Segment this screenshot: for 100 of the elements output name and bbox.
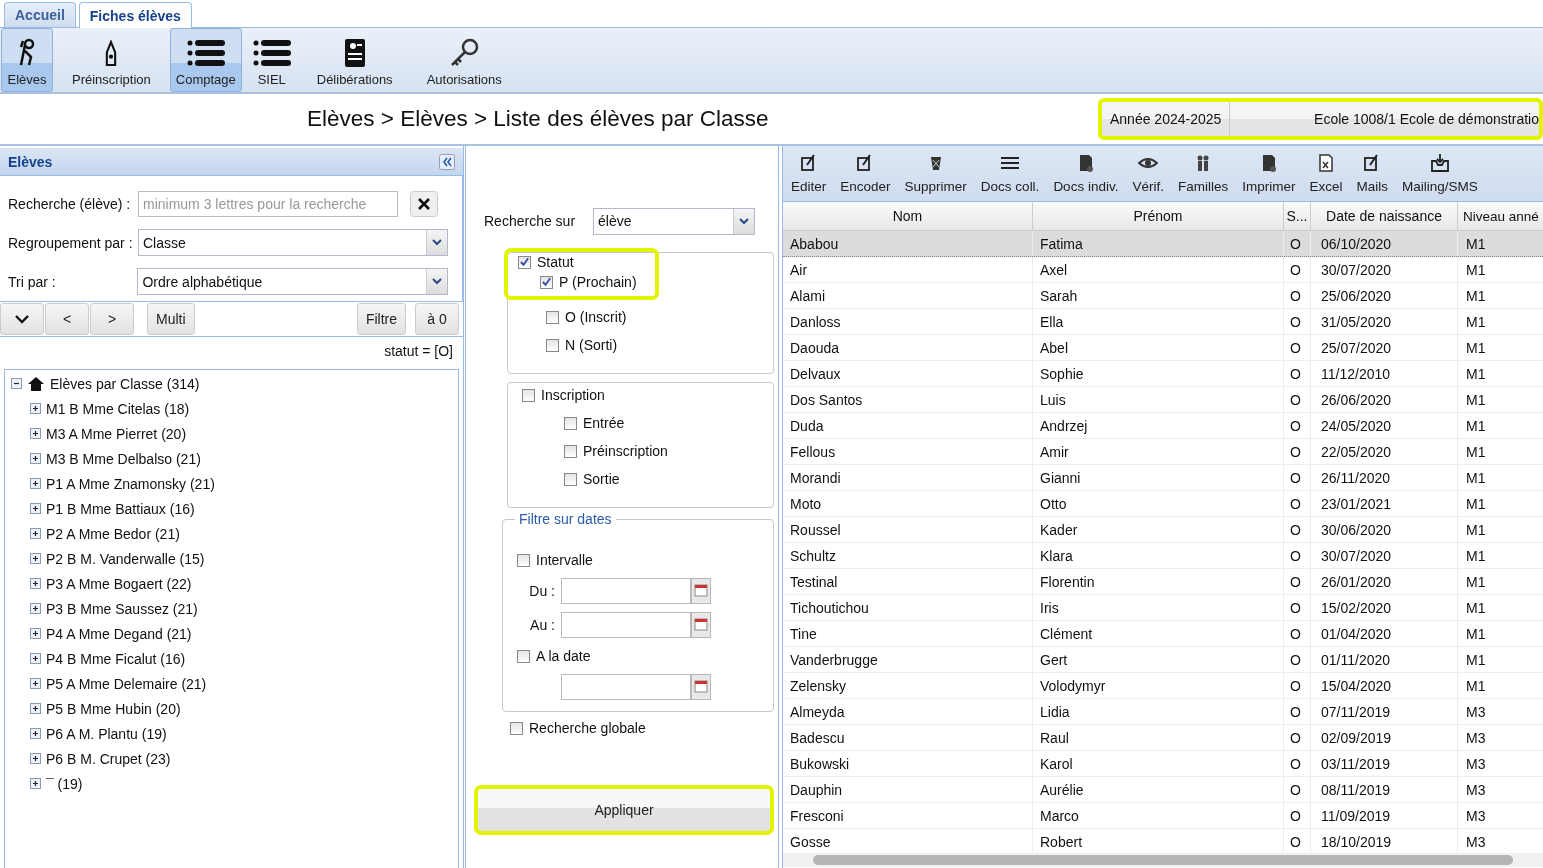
table-row[interactable]: Moto Otto O 23/01/2021 M1 [783, 491, 1543, 517]
expand-icon[interactable] [30, 653, 41, 664]
expand-icon[interactable] [30, 728, 41, 739]
ribbon-button[interactable]: Autorisations [411, 28, 517, 92]
expand-icon[interactable] [30, 403, 41, 414]
toolbar-button[interactable]: > [90, 303, 134, 335]
tree-item[interactable]: P6 B M. Crupet (23) [46, 750, 171, 767]
tree-item[interactable]: P1 B Mme Battiaux (16) [46, 500, 195, 517]
toolbar-button[interactable]: Encoder [833, 146, 898, 201]
table-row[interactable]: Schultz Klara O 30/07/2020 M1 [783, 543, 1543, 569]
table-row[interactable]: Daouda Abel O 25/07/2020 M1 [783, 335, 1543, 361]
apply-button[interactable]: Appliquer [474, 785, 774, 835]
table-row[interactable]: Morandi Gianni O 26/11/2020 M1 [783, 465, 1543, 491]
search-field[interactable]: minimum 3 lettres pour la recherche [138, 190, 398, 217]
dropdown[interactable]: Classe [138, 229, 448, 256]
column-header[interactable]: S... [1284, 202, 1311, 230]
checkbox[interactable] [517, 649, 530, 663]
collapse-icon[interactable] [11, 378, 22, 389]
ribbon-button[interactable]: Délibérations [301, 28, 408, 92]
close-icon[interactable] [410, 190, 438, 217]
table-row[interactable]: Danloss Ella O 31/05/2020 M1 [783, 309, 1543, 335]
checkbox[interactable] [518, 255, 531, 269]
tree-item[interactable]: P2 A Mme Bedor (21) [46, 525, 180, 542]
table-row[interactable]: Air Axel O 30/07/2020 M1 [783, 257, 1543, 283]
date-field[interactable] [561, 674, 691, 700]
table-row[interactable]: Ababou Fatima O 06/10/2020 M1 [783, 231, 1543, 257]
ribbon-button[interactable]: Elèves [1, 28, 53, 92]
toolbar-button[interactable]: Docs coll. [973, 146, 1047, 201]
toolbar-button[interactable]: à 0 [415, 303, 459, 335]
tree-item[interactable]: P4 B Mme Ficalut (16) [46, 650, 186, 667]
toolbar-button[interactable]: Filtre [356, 303, 406, 335]
expand-icon[interactable] [30, 703, 41, 714]
expand-icon[interactable] [30, 678, 41, 689]
toolbar-button[interactable]: Vérif. [1125, 146, 1171, 201]
tree-item[interactable]: P1 A Mme Znamonsky (21) [46, 475, 215, 492]
tree-item[interactable]: M3 A Mme Pierret (20) [46, 425, 187, 442]
checkbox[interactable] [510, 721, 523, 735]
checkbox[interactable] [564, 444, 577, 458]
expand-icon[interactable] [30, 603, 41, 614]
calendar-icon[interactable] [691, 612, 711, 638]
toolbar-button[interactable]: Mailing/SMS [1394, 146, 1485, 201]
dropdown[interactable]: Ordre alphabétique [137, 268, 448, 295]
toolbar-button[interactable]: Excel [1302, 146, 1350, 201]
expand-icon[interactable] [30, 628, 41, 639]
column-header[interactable]: Date de naissance [1311, 202, 1458, 230]
date-field[interactable] [561, 578, 691, 604]
checkbox[interactable] [546, 338, 559, 352]
expand-icon[interactable] [30, 528, 41, 539]
table-row[interactable]: Almeyda Lidia O 07/11/2019 M3 [783, 699, 1543, 725]
table-row[interactable]: Fresconi Marco O 11/09/2019 M3 [783, 803, 1543, 829]
tree-item[interactable]: P4 A Mme Degand (21) [46, 625, 192, 642]
table-row[interactable]: Alami Sarah O 25/06/2020 M1 [783, 283, 1543, 309]
expand-icon[interactable] [30, 453, 41, 464]
tree-item[interactable]: P2 B M. Vanderwalle (15) [46, 550, 205, 567]
tree-item[interactable]: P6 A M. Plantu (19) [46, 725, 167, 742]
checkbox[interactable] [564, 472, 577, 486]
tree-item[interactable]: M3 B Mme Delbalso (21) [46, 450, 201, 467]
table-row[interactable]: Bukowski Karol O 03/11/2019 M3 [783, 751, 1543, 777]
ribbon-button[interactable]: Préinscription [57, 28, 166, 92]
checkbox[interactable] [546, 310, 559, 324]
ribbon-button[interactable]: SIEL [245, 28, 298, 92]
table-row[interactable]: Testinal Florentin O 26/01/2020 M1 [783, 569, 1543, 595]
column-header[interactable]: Niveau anné [1458, 202, 1543, 230]
tree-item[interactable]: M1 B Mme Citelas (18) [46, 400, 190, 417]
expand-icon[interactable] [30, 753, 41, 764]
toolbar-button[interactable]: Multi [147, 303, 195, 335]
tree-item[interactable]: P3 B Mme Saussez (21) [46, 600, 198, 617]
table-row[interactable]: Duda Andrzej O 24/05/2020 M1 [783, 413, 1543, 439]
table-row[interactable]: Vanderbrugge Gert O 01/11/2020 M1 [783, 647, 1543, 673]
tree-item[interactable]: P5 B Mme Hubin (20) [46, 700, 181, 717]
tree-item[interactable]: Elèves par Classe (314) [50, 375, 200, 392]
table-row[interactable]: Zelensky Volodymyr O 15/04/2020 M1 [783, 673, 1543, 699]
table-row[interactable]: Delvaux Sophie O 11/12/2010 M1 [783, 361, 1543, 387]
expand-button[interactable] [0, 303, 44, 335]
table-row[interactable]: Fellous Amir O 22/05/2020 M1 [783, 439, 1543, 465]
tab[interactable]: Accueil [4, 2, 76, 27]
toolbar-button[interactable]: Imprimer [1235, 146, 1303, 201]
expand-icon[interactable] [30, 503, 41, 514]
table-row[interactable]: Badescu Raul O 02/09/2019 M3 [783, 725, 1543, 751]
tree-item[interactable]: P5 A Mme Delemaire (21) [46, 675, 207, 692]
checkbox[interactable] [540, 275, 553, 289]
table-row[interactable]: Dauphin Aurélie O 08/11/2019 M3 [783, 777, 1543, 803]
expand-icon[interactable] [30, 553, 41, 564]
dropdown[interactable]: élève [593, 207, 756, 235]
toolbar-button[interactable]: Supprimer [897, 146, 974, 201]
toolbar-button[interactable]: Familles [1170, 146, 1236, 201]
calendar-icon[interactable] [691, 674, 711, 700]
table-row[interactable]: Dos Santos Luis O 26/06/2020 M1 [783, 387, 1543, 413]
checkbox[interactable] [517, 553, 530, 567]
toolbar-button[interactable]: < [45, 303, 89, 335]
ribbon-button[interactable]: Comptage [169, 28, 242, 92]
tab[interactable]: Fiches élèves [78, 2, 192, 28]
toolbar-button[interactable]: Editer [784, 146, 834, 201]
table-row[interactable]: Tine Clément O 01/04/2020 M1 [783, 621, 1543, 647]
expand-icon[interactable] [30, 778, 41, 789]
expand-icon[interactable] [30, 428, 41, 439]
table-row[interactable]: Roussel Kader O 30/06/2020 M1 [783, 517, 1543, 543]
date-field[interactable] [561, 612, 691, 638]
scrollbar[interactable] [783, 853, 1543, 867]
toolbar-button[interactable]: Docs indiv. [1046, 146, 1126, 201]
